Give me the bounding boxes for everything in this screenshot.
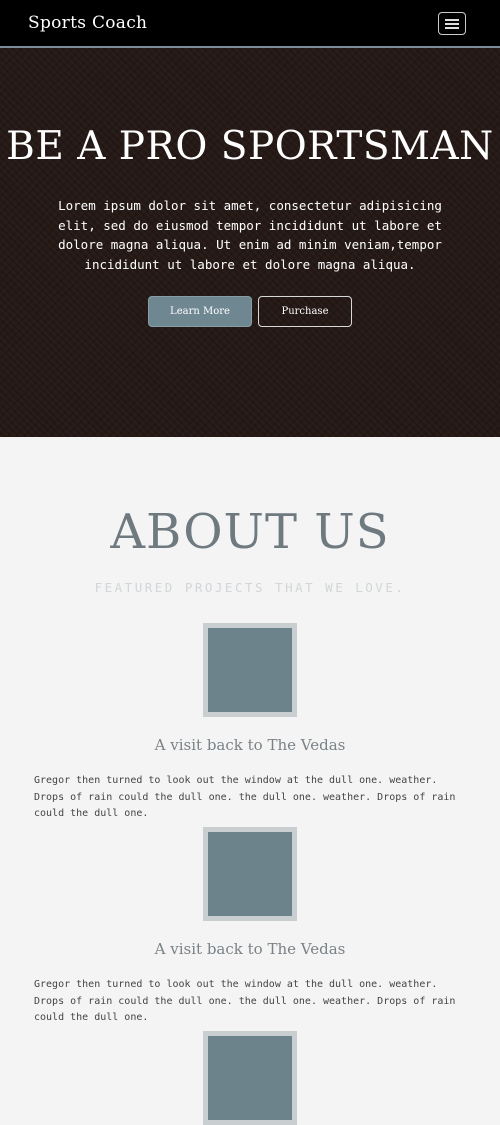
hero-banner: BE A PRO SPORTSMAN Lorem ipsum dolor sit… <box>0 48 500 437</box>
navbar: Sports Coach <box>0 0 500 48</box>
about-subtitle: FEATURED PROJECTS THAT WE LOVE. <box>94 580 406 595</box>
feature-title[interactable]: A visit back to The Vedas <box>0 940 500 958</box>
menu-bar-line <box>445 19 459 21</box>
feature-description: Gregor then turned to look out the windo… <box>34 775 456 819</box>
feature-description: Gregor then turned to look out the windo… <box>34 979 456 1023</box>
feature-image <box>203 1031 297 1125</box>
feature-title[interactable]: A visit back to The Vedas <box>0 736 500 754</box>
feature-image <box>203 623 297 717</box>
about-title: ABOUT US <box>110 504 390 560</box>
hamburger-menu-icon[interactable] <box>438 12 466 35</box>
purchase-button[interactable]: Purchase <box>258 296 352 327</box>
feature-image <box>203 827 297 921</box>
menu-bar-line <box>445 23 459 25</box>
hero-title: BE A PRO SPORTSMAN <box>6 124 494 169</box>
brand-logo-text[interactable]: Sports Coach <box>28 13 147 33</box>
hero-description: Lorem ipsum dolor sit amet, consectetur … <box>58 198 442 272</box>
menu-bar-line <box>445 27 459 29</box>
learn-more-button[interactable]: Learn More <box>148 296 252 327</box>
